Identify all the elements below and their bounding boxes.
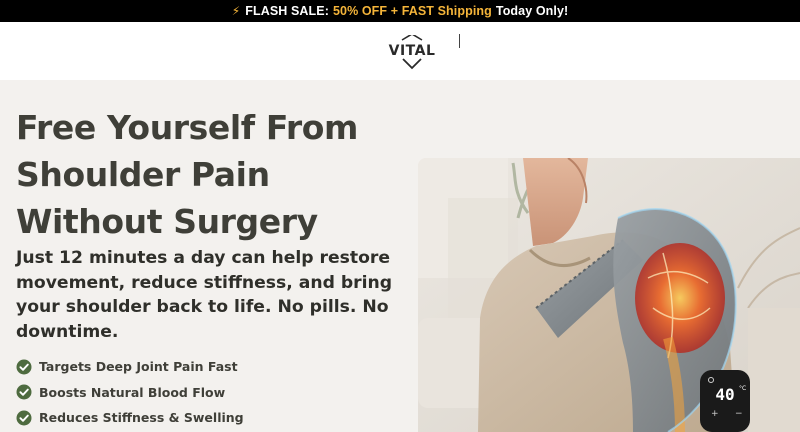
check-circle-icon — [16, 384, 32, 400]
benefit-item: Targets Deep Joint Pain Fast — [16, 354, 244, 380]
logo-text: VITAL — [389, 43, 436, 59]
svg-text:+: + — [711, 409, 719, 419]
device-unit: °C — [739, 385, 746, 392]
benefit-item: Reduces Stiffness & Swelling — [16, 405, 244, 431]
announcement-suffix: Today Only! — [495, 4, 569, 18]
benefit-text: Reduces Stiffness & Swelling — [39, 410, 244, 426]
device-temperature: 40 — [715, 385, 734, 404]
announcement-bar: ⚡ FLASH SALE: 50% OFF + FAST Shipping To… — [0, 0, 800, 22]
check-circle-icon — [16, 410, 32, 426]
announcement-offer: 50% OFF + FAST Shipping — [332, 4, 492, 18]
announcement-lead: FLASH SALE: — [245, 4, 329, 18]
benefit-text: Targets Deep Joint Pain Fast — [39, 359, 238, 375]
vital-logo[interactable]: VITAL — [388, 35, 436, 71]
benefit-text: Boosts Natural Blood Flow — [39, 384, 226, 400]
benefits-list: Targets Deep Joint Pain Fast Boosts Natu… — [16, 354, 244, 431]
hero-section: Free Yourself From Shoulder Pain Without… — [0, 80, 800, 432]
site-header: VITAL — [0, 22, 800, 80]
check-circle-icon — [16, 359, 32, 375]
lightning-bolt-icon: ⚡ — [231, 4, 241, 18]
svg-text:−: − — [735, 409, 743, 419]
product-image: 40 °C + − — [418, 158, 800, 432]
hero-subheadline: Just 12 minutes a day can help restore m… — [16, 248, 393, 342]
text-cursor — [459, 34, 460, 48]
hero-headline: Free Yourself From Shoulder Pain Without… — [16, 108, 359, 241]
benefit-item: Boosts Natural Blood Flow — [16, 380, 244, 406]
